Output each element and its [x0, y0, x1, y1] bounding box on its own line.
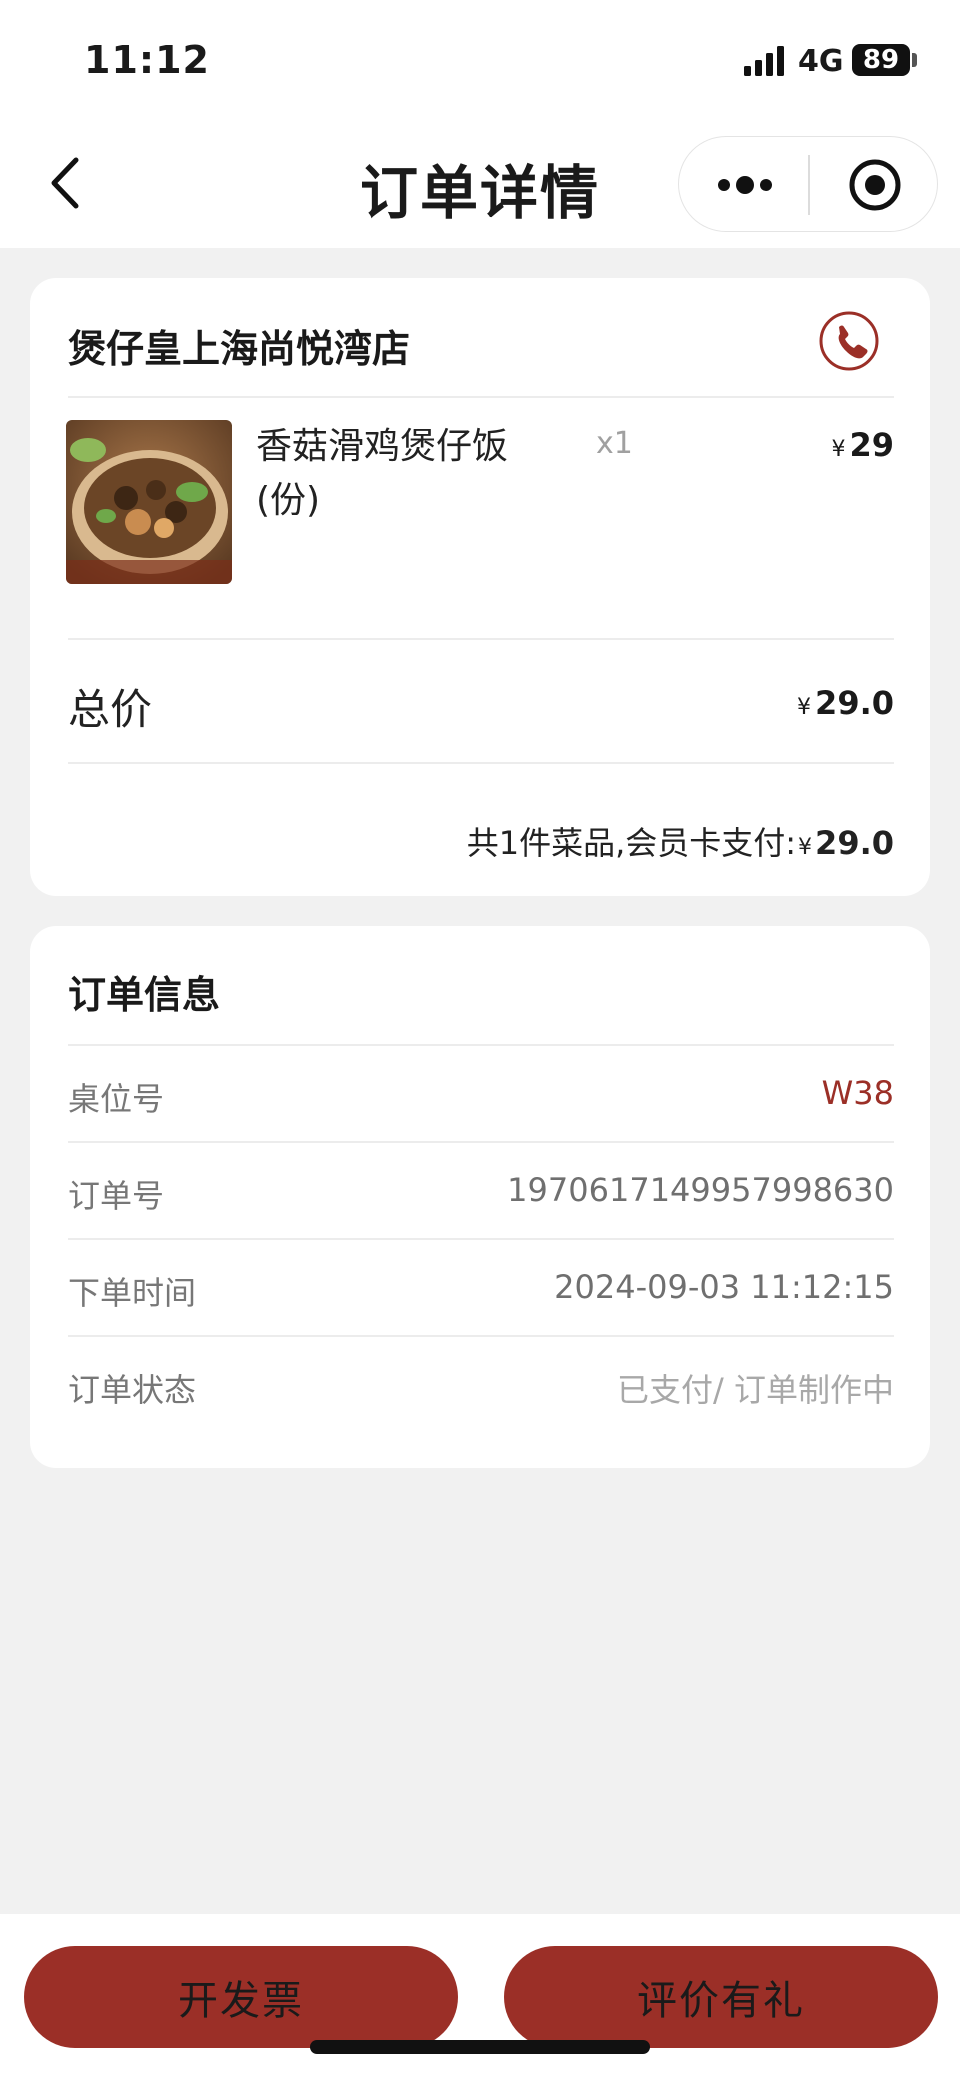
status-time: 11:12 — [84, 38, 210, 82]
battery-cap — [912, 53, 917, 67]
invoice-button[interactable]: 开发票 — [24, 1946, 458, 2048]
info-label: 订单号 — [68, 1177, 165, 1215]
phone-icon[interactable] — [818, 310, 880, 372]
order-time: 2024-09-03 11:12:15 — [554, 1268, 894, 1306]
section-title: 订单信息 — [68, 973, 221, 1017]
battery-icon: 89 — [852, 44, 910, 76]
bottom-action-bar: 开发票 评价有礼 — [0, 1914, 960, 2079]
total-price: ¥29.0 — [797, 684, 894, 722]
store-name: 煲仔皇上海尚悦湾店 — [68, 327, 411, 371]
nav-bar: 订单详情 — [0, 120, 960, 248]
signal-icon — [744, 46, 784, 76]
dish-name: 香菇滑鸡煲仔饭(份) — [256, 426, 509, 521]
dish-price: ¥29 — [831, 426, 894, 464]
review-button[interactable]: 评价有礼 — [504, 1946, 938, 2048]
total-label: 总价 — [68, 685, 153, 734]
info-row-order-time: 下单时间 2024-09-03 11:12:15 — [68, 1238, 894, 1335]
dish-image — [66, 420, 232, 584]
order-status: 已支付/ 订单制作中 — [617, 1371, 894, 1409]
order-info-card: 订单信息 桌位号 W38 订单号 1970617149957998630 下单时… — [30, 926, 930, 1468]
info-row-order-status: 订单状态 已支付/ 订单制作中 — [68, 1335, 894, 1432]
divider — [68, 638, 894, 640]
currency-symbol: ¥ — [798, 835, 813, 860]
capsule-divider — [808, 155, 810, 215]
dish-price-value: 29 — [849, 426, 894, 464]
divider — [68, 396, 894, 398]
more-dot — [736, 176, 754, 194]
info-label: 桌位号 — [68, 1080, 165, 1118]
mini-program-capsule — [678, 136, 938, 232]
info-row-table: 桌位号 W38 — [68, 1044, 894, 1141]
order-number: 1970617149957998630 — [507, 1171, 894, 1209]
more-dot — [718, 179, 730, 191]
table-number: W38 — [821, 1074, 894, 1112]
currency-symbol: ¥ — [831, 437, 846, 462]
info-label: 订单状态 — [68, 1371, 197, 1409]
currency-symbol: ¥ — [797, 695, 812, 720]
home-indicator — [310, 2040, 650, 2054]
info-row-order-number: 订单号 1970617149957998630 — [68, 1141, 894, 1238]
summary-amount: 29.0 — [815, 824, 894, 862]
network-type: 4G — [798, 44, 844, 79]
status-bar: 11:12 4G 89 — [0, 0, 960, 120]
dish-quantity: x1 — [596, 426, 633, 461]
order-card: 煲仔皇上海尚悦湾店 香菇滑鸡煲仔饭(份) x1 ¥ 29 总价 ¥ 29.0 共… — [30, 278, 930, 896]
battery-level: 89 — [862, 45, 900, 75]
payment-summary: 共1件菜品,会员卡支付:¥29.0 — [467, 818, 894, 864]
close-target-icon[interactable] — [847, 157, 903, 213]
info-label: 下单时间 — [68, 1274, 197, 1312]
summary-text: 共1件菜品,会员卡支付: — [466, 824, 797, 862]
more-icon[interactable] — [707, 159, 783, 211]
total-price-value: 29.0 — [815, 684, 894, 722]
more-dot — [760, 179, 772, 191]
dish-photo — [66, 420, 232, 584]
divider — [68, 762, 894, 764]
order-detail-page: 11:12 4G 89 订单详情 煲仔皇上海尚悦湾店 香菇滑鸡煲仔饭(份) x1… — [0, 0, 960, 2079]
